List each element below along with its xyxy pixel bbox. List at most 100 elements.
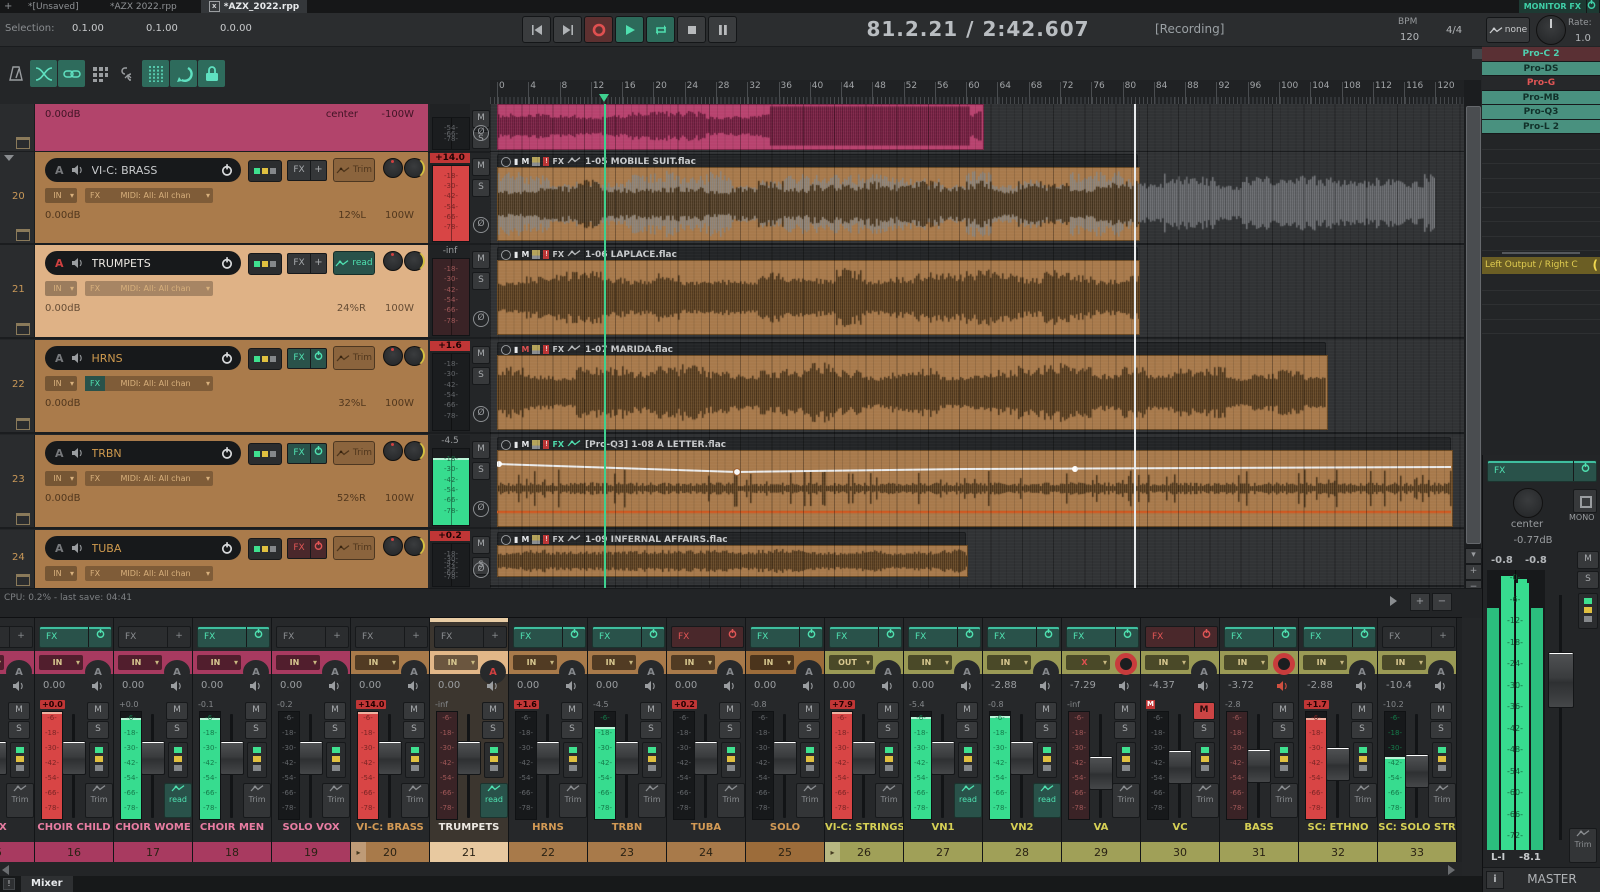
- item-power-icon[interactable]: [501, 439, 511, 450]
- grid-lines-button[interactable]: [142, 60, 169, 87]
- empty-fx-slot[interactable]: [1482, 135, 1600, 150]
- folder-icon[interactable]: [16, 513, 30, 525]
- folder-icon[interactable]: [16, 323, 30, 335]
- fader-thumb[interactable]: [299, 741, 323, 776]
- record-arm-indicator[interactable]: A: [55, 257, 64, 270]
- mixer-strip-23[interactable]: FX IN ▾ A 0.00 -4.5 -6- -18- -30- -42- -54- -66- -78…: [588, 618, 667, 863]
- fader-thumb[interactable]: [931, 741, 955, 776]
- scroll-down-button[interactable]: ▾: [1465, 548, 1482, 564]
- mixer-strip-22[interactable]: FX IN ▾ A 0.00 +1.6 -6- -18- -30- -42- -54- -66- -78…: [509, 618, 588, 863]
- peak-readout[interactable]: +1.6: [514, 700, 539, 709]
- master-volume[interactable]: -0.77dB: [1483, 535, 1583, 546]
- fader-thumb[interactable]: [1010, 741, 1034, 776]
- vertical-scrollbar[interactable]: ▾ + −: [1464, 80, 1482, 600]
- strip-fx-button[interactable]: FX: [829, 626, 902, 648]
- fx-add-button[interactable]: [310, 349, 326, 368]
- fx-button[interactable]: FX: [287, 443, 327, 464]
- pan-knob[interactable]: [383, 158, 403, 178]
- speaker-icon[interactable]: [71, 447, 84, 459]
- strip-volume-readout[interactable]: 0.00: [43, 680, 65, 691]
- strip-volume-readout[interactable]: -3.72: [1228, 680, 1254, 691]
- peak-readout[interactable]: +1.6: [430, 341, 470, 351]
- routing-button[interactable]: [879, 742, 899, 778]
- strip-number-band[interactable]: 20 ▸: [351, 842, 429, 863]
- fx-add-button[interactable]: [720, 627, 743, 647]
- item-mute-icon[interactable]: M: [521, 156, 529, 167]
- strip-fx-button[interactable]: FX+: [1382, 626, 1455, 648]
- item-power-icon[interactable]: [501, 249, 511, 260]
- item-envelope-icon[interactable]: [567, 439, 581, 451]
- strip-name[interactable]: CHOIR MEN: [193, 822, 271, 833]
- envelope-button[interactable]: Trim: [333, 536, 375, 560]
- envelope-button[interactable]: Trim: [333, 441, 375, 465]
- track-name[interactable]: TRUMPETS: [92, 257, 221, 270]
- tab-mixer[interactable]: Mixer: [21, 876, 73, 892]
- mute-button[interactable]: M: [472, 346, 490, 364]
- strip-envelope-button[interactable]: Trim: [717, 783, 745, 818]
- strip-volume-readout[interactable]: 0.00: [833, 680, 855, 691]
- phase-moon-icon[interactable]: (: [1593, 257, 1598, 274]
- speaker-icon[interactable]: [71, 257, 84, 269]
- mute-button[interactable]: M: [324, 702, 346, 720]
- strip-fx-button[interactable]: FX+: [0, 626, 33, 648]
- speaker-icon[interactable]: [71, 164, 84, 176]
- strip-volume-readout[interactable]: 0.00: [280, 680, 302, 691]
- strip-speaker-icon[interactable]: [1197, 680, 1211, 692]
- media-item[interactable]: [497, 260, 1141, 335]
- pan-knob[interactable]: [383, 441, 403, 461]
- strip-number-band[interactable]: 17: [114, 842, 192, 863]
- mute-button[interactable]: M: [166, 702, 188, 720]
- mixer-strip-21[interactable]: FX + IN ▾ A 0.00 -inf -6- -18- -30- -42- -54- -66- -7…: [430, 618, 509, 863]
- input-button[interactable]: IN ▾: [45, 566, 77, 581]
- solo-button[interactable]: S: [877, 721, 899, 739]
- mute-button[interactable]: M: [1430, 702, 1452, 720]
- strip-input-button[interactable]: IN ▾: [1382, 655, 1426, 670]
- track-name[interactable]: TUBA: [92, 542, 221, 555]
- fx-add-button[interactable]: [799, 627, 822, 647]
- peak-readout[interactable]: +14.0: [356, 700, 387, 709]
- hscroll-right-button[interactable]: [1390, 596, 1397, 606]
- strip-number-band[interactable]: 28: [983, 842, 1061, 863]
- mute-button[interactable]: M: [245, 702, 267, 720]
- strip-name[interactable]: SC: SOLO STR: [1378, 822, 1456, 833]
- pause-button[interactable]: [708, 16, 737, 43]
- strip-speaker-icon[interactable]: [1118, 680, 1132, 692]
- strip-name[interactable]: BASS: [1220, 822, 1298, 833]
- item-power-icon[interactable]: [501, 534, 511, 545]
- routing-button[interactable]: [721, 742, 741, 778]
- empty-fx-slot[interactable]: [1482, 276, 1600, 291]
- strip-speaker-icon[interactable]: [170, 680, 184, 692]
- strip-input-button[interactable]: IN ▾: [1145, 655, 1189, 670]
- tcp-track[interactable]: 0.00dB center -100W -54- -66- -78- M S Ø: [0, 104, 490, 153]
- mute-button[interactable]: M: [1114, 702, 1136, 720]
- fx-button[interactable]: FX +: [287, 253, 327, 274]
- fx-add-button[interactable]: [562, 627, 585, 647]
- peak-readout[interactable]: +14.0: [430, 153, 470, 163]
- track-width[interactable]: 100W: [385, 398, 414, 409]
- fader-thumb[interactable]: [773, 741, 797, 776]
- strip-fx-button[interactable]: FX: [197, 626, 270, 648]
- peak-readout[interactable]: -4.5: [593, 700, 609, 709]
- strip-envelope-button[interactable]: read: [1033, 783, 1061, 818]
- strip-input-button[interactable]: IN ▾: [197, 655, 241, 670]
- item-mute-icon[interactable]: M: [521, 249, 529, 260]
- track-width[interactable]: 100W: [385, 493, 414, 504]
- routing-button[interactable]: [958, 742, 978, 778]
- midi-input-button[interactable]: FX MIDI: All: All chan ▾: [85, 281, 213, 296]
- strip-input-button[interactable]: IN ▾: [750, 655, 794, 670]
- strip-envelope-button[interactable]: Trim: [401, 783, 429, 818]
- strip-fx-button[interactable]: FX: [671, 626, 744, 648]
- midi-input-button[interactable]: FX MIDI: All: All chan ▾: [85, 188, 213, 203]
- fader-thumb[interactable]: [378, 741, 402, 776]
- media-item[interactable]: [497, 355, 1328, 430]
- rate-value[interactable]: 1.0: [1575, 33, 1591, 44]
- empty-fx-slot[interactable]: [1482, 290, 1600, 305]
- routing-button[interactable]: [405, 742, 425, 778]
- media-item[interactable]: [497, 167, 1141, 241]
- volume-envelope[interactable]: [497, 450, 1452, 525]
- mute-button[interactable]: M: [8, 702, 30, 720]
- strip-name[interactable]: CHOIR CHILD: [35, 822, 113, 833]
- fx-add-button[interactable]: [1115, 627, 1138, 647]
- hzoom-in-button[interactable]: +: [1410, 593, 1430, 611]
- master-mute-button[interactable]: M: [1577, 551, 1599, 569]
